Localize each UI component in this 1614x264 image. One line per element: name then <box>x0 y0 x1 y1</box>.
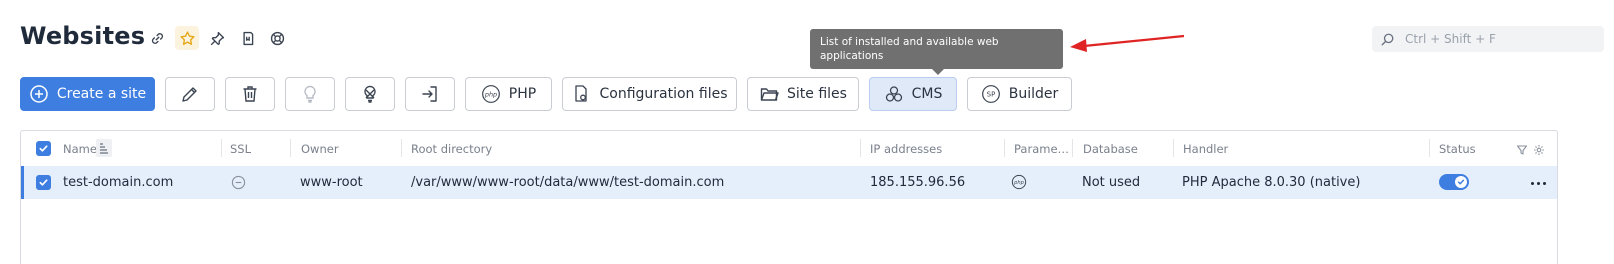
site-root-directory: /var/www/www-root/data/www/test-domain.c… <box>411 175 725 190</box>
column-separator <box>1173 139 1174 157</box>
ssl-none-icon <box>231 175 246 194</box>
column-separator <box>1004 139 1005 157</box>
create-site-button[interactable]: Create a site <box>20 77 155 111</box>
column-separator <box>221 139 222 157</box>
more-actions-icon[interactable] <box>1528 175 1548 191</box>
login-button[interactable] <box>405 77 455 111</box>
column-parameters[interactable]: Parame… <box>1014 142 1069 156</box>
create-site-label: Create a site <box>56 86 147 102</box>
sitepro-icon: SP <box>981 85 1000 103</box>
site-handler: PHP Apache 8.0.30 (native) <box>1182 175 1361 190</box>
builder-label: Builder <box>1008 86 1059 102</box>
svg-text:SP: SP <box>986 91 995 99</box>
folder-icon <box>760 88 779 101</box>
cms-icon <box>885 86 902 102</box>
search-input[interactable] <box>1405 32 1595 46</box>
search-box[interactable] <box>1372 26 1604 52</box>
cms-tooltip: List of installed and available web appl… <box>810 29 1063 75</box>
pin-icon[interactable] <box>205 26 229 50</box>
column-name[interactable]: Name <box>63 142 97 156</box>
disable-button[interactable] <box>345 77 395 111</box>
site-owner: www-root <box>300 175 363 190</box>
php-icon: php <box>481 85 500 103</box>
builder-button[interactable]: SP Builder <box>967 77 1072 111</box>
bookmark-icon[interactable] <box>235 26 259 50</box>
plus-circle-icon <box>30 85 48 103</box>
column-handler[interactable]: Handler <box>1183 142 1228 156</box>
php-button[interactable]: php PHP <box>465 77 552 111</box>
column-root-directory[interactable]: Root directory <box>411 142 492 156</box>
settings-gear-icon[interactable] <box>1533 141 1545 160</box>
toggle-knob <box>1455 176 1467 188</box>
delete-button[interactable] <box>225 77 275 111</box>
site-name[interactable]: test-domain.com <box>63 175 173 190</box>
search-icon <box>1381 33 1394 45</box>
column-status[interactable]: Status <box>1439 142 1476 156</box>
column-owner[interactable]: Owner <box>301 142 339 156</box>
column-separator <box>1429 139 1430 157</box>
lightbulb-off-icon <box>364 85 376 103</box>
cms-label: CMS <box>911 86 943 102</box>
site-database: Not used <box>1082 175 1141 190</box>
php-label: PHP <box>508 86 537 102</box>
link-icon[interactable] <box>145 26 169 50</box>
table-row[interactable]: test-domain.com www-root /var/www/www-ro… <box>21 166 1557 199</box>
enter-icon <box>422 86 437 102</box>
site-files-button[interactable]: Site files <box>747 77 859 111</box>
pencil-icon <box>182 87 197 102</box>
sort-icon[interactable] <box>96 139 112 157</box>
check-icon <box>39 179 48 186</box>
svg-text:php: php <box>1013 180 1025 186</box>
trash-icon <box>243 86 257 102</box>
column-separator <box>860 139 861 157</box>
check-icon <box>1457 179 1465 185</box>
configuration-files-label: Configuration files <box>599 86 728 102</box>
row-checkbox[interactable] <box>36 175 51 190</box>
lightbulb-icon <box>304 85 316 103</box>
svg-text:php: php <box>484 91 497 99</box>
cms-button[interactable]: CMS <box>869 77 957 111</box>
enable-button[interactable] <box>285 77 335 111</box>
column-separator <box>401 139 402 157</box>
php-param-icon: php <box>1011 174 1027 194</box>
help-circle-icon[interactable] <box>265 26 289 50</box>
title-actions <box>145 26 289 50</box>
column-ip-addresses[interactable]: IP addresses <box>870 142 942 156</box>
star-icon[interactable] <box>175 26 199 50</box>
page-title: Websites <box>20 22 146 50</box>
column-database[interactable]: Database <box>1083 142 1138 156</box>
websites-table: Name SSL Owner Root directory IP address… <box>20 130 1558 264</box>
column-separator <box>1072 139 1073 157</box>
site-ip-address: 185.155.96.56 <box>870 175 966 190</box>
column-separator <box>290 139 291 157</box>
check-icon <box>39 145 48 152</box>
edit-button[interactable] <box>165 77 215 111</box>
select-all-checkbox[interactable] <box>36 141 51 156</box>
configuration-files-button[interactable]: Configuration files <box>562 77 737 111</box>
status-toggle[interactable] <box>1439 174 1469 190</box>
filter-icon[interactable] <box>1516 141 1528 160</box>
config-file-icon <box>575 85 588 102</box>
column-ssl[interactable]: SSL <box>230 142 251 156</box>
table-header: Name SSL Owner Root directory IP address… <box>21 131 1557 165</box>
site-files-label: Site files <box>787 86 847 102</box>
annotation-arrow <box>1070 34 1185 52</box>
